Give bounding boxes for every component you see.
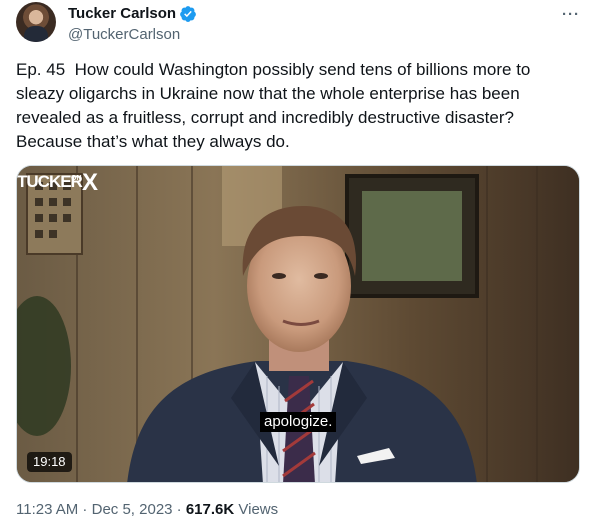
meta-separator: · xyxy=(172,501,186,518)
avatar[interactable] xyxy=(16,2,56,42)
views-label: Views xyxy=(234,501,279,518)
tucker-on-x-logo: TUCKER ON X xyxy=(17,169,98,194)
brand-on: ON xyxy=(71,175,82,182)
meta-separator: · xyxy=(78,501,92,518)
views-count[interactable]: 617.6K xyxy=(186,501,234,518)
name-row: Tucker Carlson xyxy=(68,4,197,24)
tweet-date[interactable]: Dec 5, 2023 xyxy=(92,501,173,518)
tweet-time[interactable]: 11:23 AM xyxy=(16,501,78,518)
tweet-text: Ep. 45 How could Washington possibly sen… xyxy=(16,60,536,151)
author-handle[interactable]: @TuckerCarlson xyxy=(68,25,197,45)
brand-x: X xyxy=(82,169,98,194)
video-caption: apologize. xyxy=(260,412,337,432)
more-options-icon[interactable]: ··· xyxy=(562,6,580,23)
verified-badge-icon xyxy=(180,6,196,22)
author-display-name[interactable]: Tucker Carlson xyxy=(68,4,176,24)
video-player[interactable]: apologize. 19:18 TUCKER ON X xyxy=(16,165,580,483)
author-names: Tucker Carlson @TuckerCarlson xyxy=(68,4,197,45)
video-frame xyxy=(17,166,579,482)
video-duration: 19:18 xyxy=(27,452,72,472)
tweet-meta: 11:23 AM · Dec 5, 2023 · 617.6K Views xyxy=(16,500,278,520)
tweet-header: Tucker Carlson @TuckerCarlson ··· xyxy=(16,2,580,44)
